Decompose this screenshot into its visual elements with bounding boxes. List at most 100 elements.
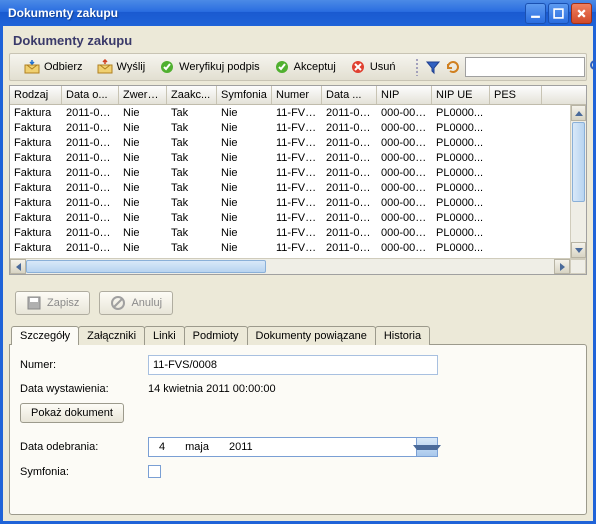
scroll-down-button[interactable] — [571, 242, 586, 258]
table-cell: 2011-04... — [322, 180, 377, 195]
table-cell: Nie — [217, 195, 272, 210]
table-cell: Nie — [119, 120, 167, 135]
tab-linki[interactable]: Linki — [144, 326, 185, 345]
table-row[interactable]: Faktura2011-05...NieTakNie11-FVS...2011-… — [10, 135, 570, 150]
table-cell: Faktura — [10, 135, 62, 150]
table-cell: Nie — [119, 180, 167, 195]
data-wystawienia-value: 14 kwietnia 2011 00:00:00 — [148, 383, 276, 395]
numer-input[interactable] — [148, 355, 438, 375]
scroll-corner — [570, 259, 586, 274]
toolbar-grip — [415, 58, 419, 76]
table-row[interactable]: Faktura2011-05...NieTakNie11-FVS...2011-… — [10, 165, 570, 180]
maximize-button[interactable] — [548, 3, 569, 24]
table-cell: 000-000... — [377, 105, 432, 120]
data-wystawienia-label: Data wystawienia: — [20, 383, 140, 395]
table-row[interactable]: Faktura2011-05...NieTakNie11-FVS...2011-… — [10, 195, 570, 210]
table-cell: 11-FVS... — [272, 120, 322, 135]
table-cell — [490, 210, 542, 225]
symfonia-checkbox[interactable] — [148, 465, 161, 478]
table-cell: 11-FVS... — [272, 240, 322, 255]
table-row[interactable]: Faktura2011-05...NieTakNie11-FVS...2011-… — [10, 120, 570, 135]
table-row[interactable]: Faktura2011-05...NieTakNie11-FVS...2011-… — [10, 225, 570, 240]
table-row[interactable]: Faktura2011-05...NieTakNie11-FVS...2011-… — [10, 210, 570, 225]
scroll-thumb[interactable] — [572, 122, 585, 202]
scroll-thumb[interactable] — [26, 260, 266, 273]
table-cell: 000-000... — [377, 150, 432, 165]
search-icon[interactable] — [589, 59, 596, 75]
wyslij-button[interactable]: Wyślij — [90, 56, 153, 78]
table-cell: 2011-04... — [322, 105, 377, 120]
scroll-left-button[interactable] — [10, 259, 26, 274]
tab-szczegoly[interactable]: Szczegóły — [11, 326, 79, 345]
col-zaakc[interactable]: Zaakc... — [167, 86, 217, 104]
table-row[interactable]: Faktura2011-05...NieTakNie11-FVS...2011-… — [10, 150, 570, 165]
close-button[interactable] — [571, 3, 592, 24]
scroll-up-button[interactable] — [571, 105, 586, 121]
tabs: Szczegóły Załączniki Linki Podmioty Doku… — [11, 325, 587, 344]
table-cell: Tak — [167, 240, 217, 255]
table-cell: PL0000... — [432, 165, 490, 180]
table-cell: 2011-05... — [62, 135, 119, 150]
scroll-right-button[interactable] — [554, 259, 570, 274]
tab-podmioty[interactable]: Podmioty — [184, 326, 248, 345]
tab-zalaczniki[interactable]: Załączniki — [78, 326, 145, 345]
akceptuj-label: Akceptuj — [294, 61, 336, 73]
minimize-button[interactable] — [525, 3, 546, 24]
table-cell: PL0000... — [432, 240, 490, 255]
table-cell — [490, 150, 542, 165]
weryfikuj-button[interactable]: Weryfikuj podpis — [152, 56, 267, 78]
table-cell: PL0000... — [432, 195, 490, 210]
col-rodzaj[interactable]: Rodzaj — [10, 86, 62, 104]
col-nip[interactable]: NIP — [377, 86, 432, 104]
col-data-o[interactable]: Data o... — [62, 86, 119, 104]
zapisz-button[interactable]: Zapisz — [15, 291, 90, 315]
col-nip-ue[interactable]: NIP UE — [432, 86, 490, 104]
col-data[interactable]: Data ... — [322, 86, 377, 104]
table-cell: 2011-04... — [322, 135, 377, 150]
usun-label: Usuń — [370, 61, 396, 73]
numer-label: Numer: — [20, 359, 140, 371]
col-zweryf[interactable]: Zweryf... — [119, 86, 167, 104]
window-title: Dokumenty zakupu — [8, 6, 118, 20]
window-controls — [525, 3, 592, 24]
filter-icon[interactable] — [425, 59, 441, 75]
col-pes[interactable]: PES — [490, 86, 542, 104]
refresh-icon[interactable] — [445, 59, 461, 75]
vertical-scrollbar[interactable] — [570, 105, 586, 258]
col-symfonia[interactable]: Symfonia — [217, 86, 272, 104]
table-row[interactable]: Faktura2011-05...NieTakNie11-FVS...2011-… — [10, 105, 570, 120]
tab-dokumenty-powiazane[interactable]: Dokumenty powiązane — [247, 326, 376, 345]
table-cell: Faktura — [10, 225, 62, 240]
table-body: Faktura2011-05...NieTakNie11-FVS...2011-… — [10, 105, 586, 258]
table-cell — [490, 240, 542, 255]
table-cell: Faktura — [10, 120, 62, 135]
table-cell: PL0000... — [432, 105, 490, 120]
delete-icon — [350, 59, 366, 75]
odbierz-label: Odbierz — [44, 61, 83, 73]
data-odebrania-combo[interactable]: 4 maja 2011 — [148, 437, 438, 457]
table-cell: 11-FVS... — [272, 105, 322, 120]
table-cell: 11-FVS... — [272, 195, 322, 210]
table-cell: Faktura — [10, 195, 62, 210]
table-cell: PL0000... — [432, 135, 490, 150]
tab-historia[interactable]: Historia — [375, 326, 430, 345]
col-numer[interactable]: Numer — [272, 86, 322, 104]
table-cell: 11-FVS... — [272, 135, 322, 150]
table-cell: Faktura — [10, 165, 62, 180]
table-cell: Nie — [119, 210, 167, 225]
table-cell: 2011-05... — [62, 225, 119, 240]
search-input[interactable] — [465, 57, 585, 77]
usun-button[interactable]: Usuń — [343, 56, 403, 78]
odbierz-button[interactable]: Odbierz — [17, 56, 90, 78]
table-cell: PL0000... — [432, 150, 490, 165]
anuluj-button[interactable]: Anuluj — [99, 291, 173, 315]
table-cell: PL0000... — [432, 120, 490, 135]
table-row[interactable]: Faktura2011-05...NieTakNie11-FVS...2011-… — [10, 240, 570, 255]
pokaz-dokument-button[interactable]: Pokaż dokument — [20, 403, 124, 423]
horizontal-scrollbar[interactable] — [10, 258, 586, 274]
chevron-down-icon[interactable] — [416, 438, 437, 456]
table-cell: PL0000... — [432, 225, 490, 240]
akceptuj-button[interactable]: Akceptuj — [267, 56, 343, 78]
table-cell: 2011-04... — [322, 150, 377, 165]
table-row[interactable]: Faktura2011-05...NieTakNie11-FVS...2011-… — [10, 180, 570, 195]
